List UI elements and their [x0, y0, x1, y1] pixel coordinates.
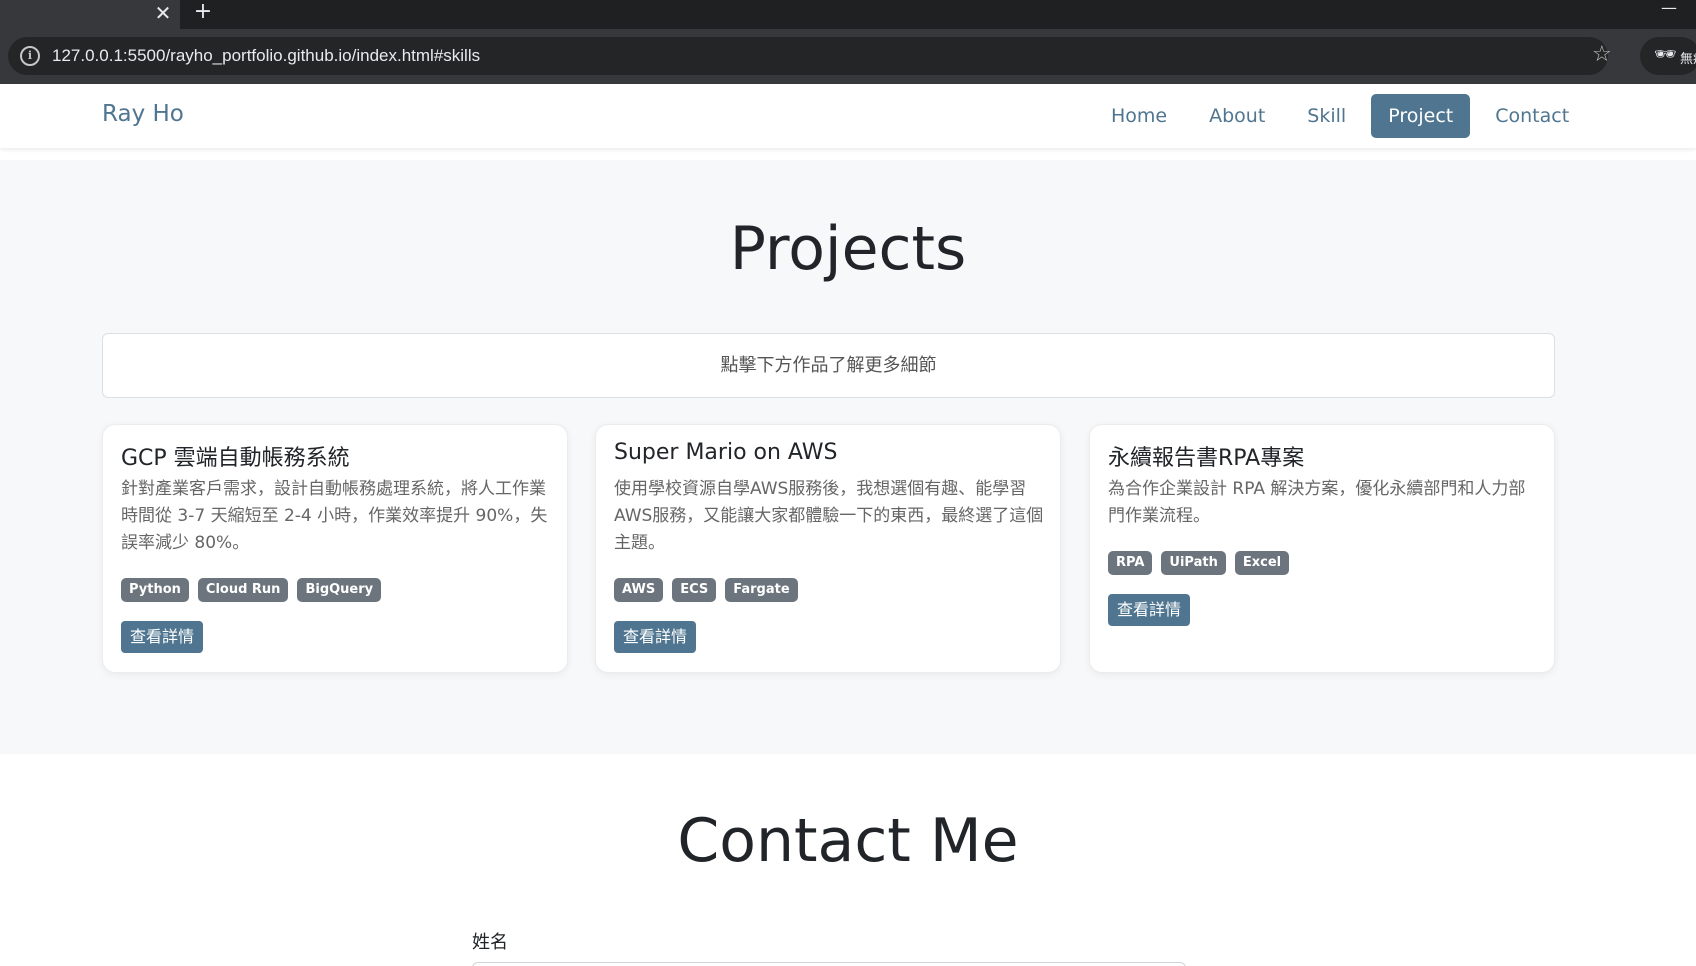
name-label: 姓名	[472, 932, 508, 953]
profile-label: 無痕	[1680, 52, 1696, 67]
browser-tabstrip: ✕ + —	[0, 0, 1696, 29]
project-card-description: 針對產業客戶需求，設計自動帳務處理系統，將人工作業時間從 3-7 天縮短至 2-…	[121, 479, 548, 553]
tag-badge: Fargate	[725, 578, 798, 602]
nav-skill[interactable]: Skill	[1290, 94, 1363, 138]
info-circle-icon[interactable]: i	[20, 46, 40, 66]
nav-project[interactable]: Project	[1371, 94, 1471, 138]
project-card-description: 使用學校資源自學AWS服務後，我想選個有趣、能學習AWS服務，又能讓大家都體驗一…	[614, 479, 1044, 553]
project-card-title: GCP 雲端自動帳務系統	[121, 446, 350, 471]
project-card-title: Super Mario on AWS	[614, 440, 838, 465]
browser-toolbar: i 127.0.0.1:5500/rayho_portfolio.github.…	[0, 29, 1696, 84]
tag-badge: AWS	[614, 578, 664, 602]
tag-badge: BigQuery	[297, 578, 382, 602]
project-card-tags: AWS ECS Fargate	[614, 578, 798, 602]
window-minimize-button[interactable]: —	[1652, 0, 1686, 22]
nav-contact[interactable]: Contact	[1478, 94, 1586, 138]
brand-logo[interactable]: Ray Ho	[102, 101, 184, 127]
tag-badge: Cloud Run	[197, 578, 289, 602]
project-card-description: 為合作企業設計 RPA 解決方案，優化永續部門和人力部門作業流程。	[1108, 479, 1526, 526]
view-details-button[interactable]: 查看詳情	[121, 621, 204, 653]
url-text[interactable]: 127.0.0.1:5500/rayho_portfolio.github.io…	[52, 46, 480, 66]
address-bar[interactable]: i 127.0.0.1:5500/rayho_portfolio.github.…	[8, 37, 1612, 75]
page-viewport: Ray Ho Home About Skill Project Contact …	[0, 84, 1696, 966]
tag-badge: RPA	[1108, 551, 1153, 575]
tab-close-icon[interactable]: ✕	[152, 2, 174, 24]
projects-hint: 點擊下方作品了解更多細節	[102, 333, 1555, 398]
nav-links: Home About Skill Project Contact	[1094, 94, 1586, 138]
project-card-tags: RPA UiPath Excel	[1108, 551, 1290, 575]
browser-tab[interactable]: ✕	[0, 0, 180, 29]
star-icon[interactable]: ☆	[1592, 42, 1612, 68]
nav-about[interactable]: About	[1192, 94, 1282, 138]
projects-section: Projects 點擊下方作品了解更多細節 GCP 雲端自動帳務系統 針對產業客…	[0, 160, 1696, 754]
project-card-gcp[interactable]: GCP 雲端自動帳務系統 針對產業客戶需求，設計自動帳務處理系統，將人工作業時間…	[102, 424, 568, 673]
projects-title: Projects	[729, 214, 967, 284]
tag-badge: ECS	[672, 578, 717, 602]
project-card-mario[interactable]: Super Mario on AWS 使用學校資源自學AWS服務後，我想選個有趣…	[595, 424, 1061, 673]
view-details-button[interactable]: 查看詳情	[1108, 594, 1191, 626]
contact-title: Contact Me	[677, 806, 1019, 876]
site-navbar: Ray Ho Home About Skill Project Contact	[0, 84, 1696, 148]
new-tab-button[interactable]: +	[190, 0, 216, 26]
project-card-title: 永續報告書RPA專案	[1108, 446, 1305, 471]
nav-home[interactable]: Home	[1094, 94, 1184, 138]
tag-badge: UiPath	[1161, 551, 1226, 575]
view-details-button[interactable]: 查看詳情	[614, 621, 697, 653]
name-input[interactable]	[472, 962, 1186, 966]
incognito-profile-button[interactable]: 🕶 無痕	[1640, 37, 1696, 75]
incognito-icon: 🕶	[1654, 44, 1677, 65]
project-card-rpa[interactable]: 永續報告書RPA專案 為合作企業設計 RPA 解決方案，優化永續部門和人力部門作…	[1089, 424, 1555, 673]
tag-badge: Python	[121, 578, 189, 602]
tag-badge: Excel	[1234, 551, 1290, 575]
project-card-tags: Python Cloud Run BigQuery	[121, 578, 382, 602]
